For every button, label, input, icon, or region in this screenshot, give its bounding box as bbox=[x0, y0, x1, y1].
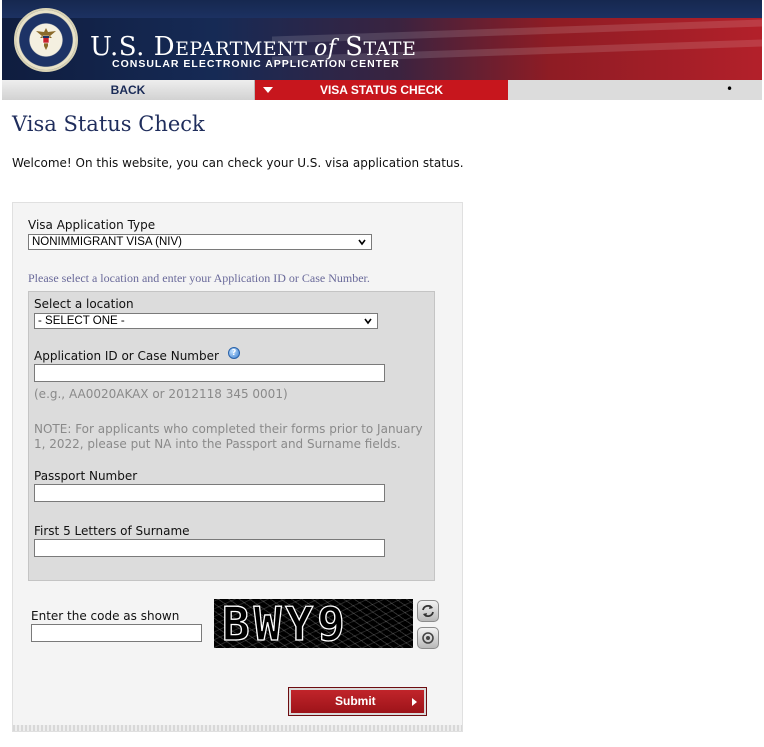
nav-bar: BACK VISA STATUS CHECK • bbox=[2, 80, 762, 100]
refresh-icon bbox=[422, 605, 434, 617]
app-id-example: (e.g., AA0020AKAX or 2012118 345 0001) bbox=[34, 387, 288, 401]
welcome-text: Welcome! On this website, you can check … bbox=[12, 156, 464, 170]
submit-label: Submit bbox=[335, 694, 376, 708]
location-value: - SELECT ONE - bbox=[38, 315, 125, 327]
captcha-code: BWY9 bbox=[221, 599, 349, 648]
app-id-input[interactable] bbox=[34, 364, 385, 382]
location-label: Select a location bbox=[34, 297, 134, 311]
note-line-1: NOTE: For applicants who completed their… bbox=[34, 422, 423, 436]
captcha-image: BWY9 bbox=[214, 599, 413, 648]
note-line-2: 1, 2022, please put NA into the Passport… bbox=[34, 437, 401, 451]
location-hint: Please select a location and enter your … bbox=[28, 271, 370, 285]
captcha-label: Enter the code as shown bbox=[31, 609, 180, 623]
location-select[interactable]: - SELECT ONE - bbox=[34, 313, 378, 329]
panel-edge bbox=[13, 725, 462, 731]
app-type-label: Visa Application Type bbox=[28, 218, 156, 232]
nav-dot: • bbox=[726, 82, 734, 96]
audio-icon bbox=[422, 632, 434, 644]
ceac-subtitle: CONSULAR ELECTRONIC APPLICATION CENTER bbox=[112, 58, 400, 70]
seal-icon bbox=[14, 8, 78, 72]
page-title: Visa Status Check bbox=[12, 112, 205, 136]
app-type-select[interactable]: NONIMMIGRANT VISA (NIV) bbox=[28, 234, 372, 250]
tab-label: VISA STATUS CHECK bbox=[319, 83, 444, 97]
captcha-input[interactable] bbox=[31, 624, 202, 642]
eagle-icon bbox=[36, 28, 56, 50]
arrow-right-icon bbox=[412, 698, 417, 706]
refresh-captcha-button[interactable] bbox=[417, 600, 439, 622]
app-id-label: Application ID or Case Number bbox=[34, 349, 219, 363]
passport-label: Passport Number bbox=[34, 469, 138, 483]
passport-input[interactable] bbox=[34, 484, 385, 502]
submit-button[interactable]: Submit bbox=[288, 687, 427, 716]
app-type-value: NONIMMIGRANT VISA (NIV) bbox=[32, 236, 182, 248]
audio-captcha-button[interactable] bbox=[417, 627, 439, 649]
chevron-down-icon bbox=[364, 318, 372, 325]
surname-label: First 5 Letters of Surname bbox=[34, 524, 190, 538]
help-icon[interactable]: ? bbox=[228, 347, 240, 359]
surname-input[interactable] bbox=[34, 539, 385, 557]
header-banner: U.S. DEPARTMENT of STATE CONSULAR ELECTR… bbox=[2, 0, 762, 80]
chevron-down-icon bbox=[358, 239, 366, 246]
tab-visa-status-check[interactable]: VISA STATUS CHECK bbox=[255, 80, 508, 100]
caret-down-icon bbox=[263, 87, 273, 93]
back-button[interactable]: BACK bbox=[2, 80, 255, 100]
banner-top-stripe bbox=[2, 0, 762, 18]
